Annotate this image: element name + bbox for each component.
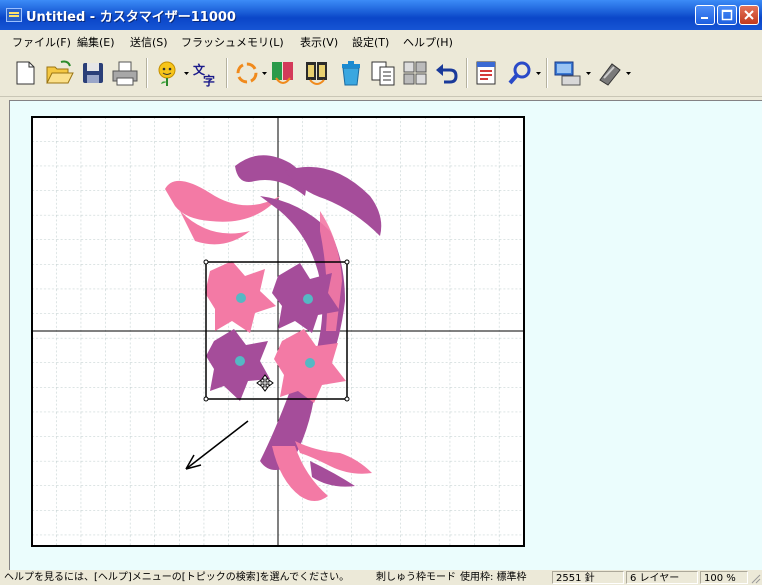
title-bar[interactable]: Untitled - カスタマイザー11000: [0, 0, 762, 30]
design-canvas[interactable]: [9, 100, 762, 571]
app-icon: [6, 8, 22, 22]
selection-handle[interactable]: [203, 396, 209, 402]
text-tool-icon[interactable]: 文字: [190, 58, 220, 88]
window-title: Untitled - カスタマイザー11000: [26, 10, 236, 25]
copy-paste-icon[interactable]: [368, 58, 398, 88]
toolbar-separator: [466, 58, 468, 88]
toolbar-separator: [226, 58, 228, 88]
toolbar: 文字: [0, 50, 762, 97]
menu-bar: ファイル(F) 編集(E) 送信(S) フラッシュメモリ(L) 表示(V) 設定…: [0, 30, 762, 50]
sun-flower-icon[interactable]: [152, 58, 182, 88]
save-icon[interactable]: [78, 58, 108, 88]
dropdown-arrow-icon[interactable]: [184, 72, 189, 75]
status-help-text: ヘルプを見るには、[ヘルプ]メニューの[トピックの検索]を選んでください。: [4, 572, 350, 583]
close-button[interactable]: [739, 5, 759, 25]
layout-icon[interactable]: [400, 58, 430, 88]
rotate-icon[interactable]: [232, 58, 262, 88]
menu-edit[interactable]: 編集(E): [77, 34, 115, 50]
menu-send[interactable]: 送信(S): [130, 34, 168, 50]
selection-handle[interactable]: [203, 259, 209, 265]
properties-icon[interactable]: [472, 58, 502, 88]
new-file-icon[interactable]: [10, 58, 40, 88]
undo-icon[interactable]: [432, 58, 462, 88]
minimize-button[interactable]: [695, 5, 715, 25]
status-layer-count: 6 レイヤー: [626, 571, 698, 584]
print-icon[interactable]: [110, 58, 140, 88]
menu-view[interactable]: 表示(V): [300, 34, 338, 50]
dropdown-arrow-icon[interactable]: [626, 72, 631, 75]
svg-text:字: 字: [203, 73, 215, 88]
menu-flash-memory[interactable]: フラッシュメモリ(L): [181, 34, 284, 50]
toolbar-separator: [146, 58, 148, 88]
toolbar-separator: [546, 58, 548, 88]
color-order-icon[interactable]: [268, 58, 298, 88]
machine-icon[interactable]: [594, 58, 624, 88]
zoom-icon[interactable]: [505, 58, 535, 88]
menu-settings[interactable]: 設定(T): [352, 34, 389, 50]
selection-handle[interactable]: [344, 259, 350, 265]
menu-file[interactable]: ファイル(F): [12, 34, 71, 50]
status-mode: 刺しゅう枠モード: [376, 572, 456, 583]
dropdown-arrow-icon[interactable]: [586, 72, 591, 75]
dropdown-arrow-icon[interactable]: [262, 72, 267, 75]
maximize-button[interactable]: [717, 5, 737, 25]
menu-help[interactable]: ヘルプ(H): [403, 34, 453, 50]
stitch-order-icon[interactable]: [302, 58, 332, 88]
transfer-icon[interactable]: [552, 58, 582, 88]
status-stitch-count: 2551 針: [552, 571, 624, 584]
embroidery-workspace[interactable]: [10, 101, 762, 571]
status-bar: ヘルプを見るには、[ヘルプ]メニューの[トピックの検索]を選んでください。 刺し…: [0, 570, 762, 585]
delete-trash-icon[interactable]: [336, 58, 366, 88]
resize-grip-icon[interactable]: [750, 573, 761, 584]
status-zoom: 100 %: [700, 571, 748, 584]
open-folder-icon[interactable]: [44, 58, 74, 88]
status-hoop: 使用枠: 標準枠: [460, 572, 527, 583]
dropdown-arrow-icon[interactable]: [536, 72, 541, 75]
selection-handle[interactable]: [344, 396, 350, 402]
